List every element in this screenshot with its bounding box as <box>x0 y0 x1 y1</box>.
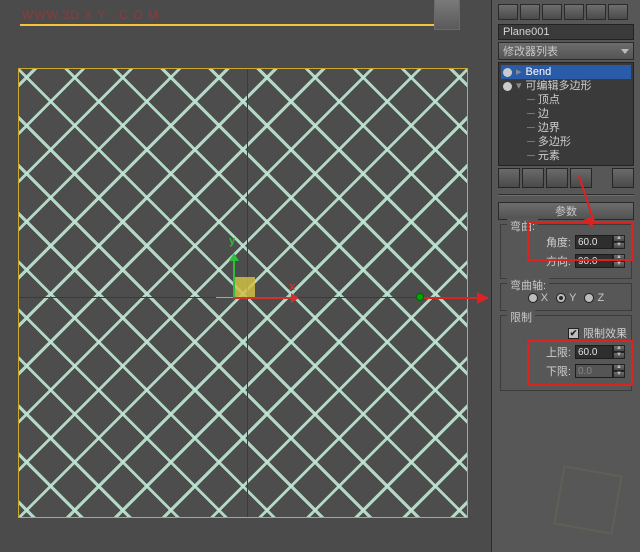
axis-z-radio[interactable]: Z <box>584 292 604 304</box>
tab-utilities-icon[interactable] <box>608 4 628 20</box>
sub-polygon[interactable]: ─ 多边形 <box>501 135 631 149</box>
lower-limit-input[interactable] <box>575 364 613 378</box>
group-legend: 限制 <box>507 309 535 325</box>
group-bend-axis: 弯曲轴: X Y Z <box>500 283 632 311</box>
direction-label: 方向: <box>546 253 571 269</box>
bulb-icon[interactable] <box>503 68 512 77</box>
collapse-icon[interactable]: ▾ <box>516 79 522 93</box>
make-unique-button[interactable] <box>546 168 568 188</box>
spin-down-icon[interactable]: ▼ <box>613 242 625 249</box>
scene-grid[interactable]: y x <box>18 68 468 518</box>
sub-edge[interactable]: ─ 边 <box>501 107 631 121</box>
spin-up-icon[interactable]: ▲ <box>613 345 625 352</box>
radio-label: Z <box>597 292 604 304</box>
spin-up-icon[interactable]: ▲ <box>613 235 625 242</box>
sub-label: 边界 <box>538 122 560 134</box>
limit-effect-checkbox[interactable]: ✔ <box>568 328 579 339</box>
radio-icon <box>556 293 566 303</box>
lower-limit-label: 下限: <box>546 363 571 379</box>
chevron-down-icon <box>621 49 629 54</box>
rollout-title: 参数 <box>555 203 577 219</box>
group-legend: 弯曲: <box>507 218 538 234</box>
radio-label: X <box>541 292 548 304</box>
angle-input[interactable] <box>575 235 613 249</box>
axis-x-radio[interactable]: X <box>528 292 548 304</box>
gizmo-xy-plane[interactable] <box>233 277 255 299</box>
divider <box>498 194 634 196</box>
stack-item-label: Bend <box>526 65 552 79</box>
command-panel-tabs <box>492 4 640 22</box>
spin-down-icon[interactable]: ▼ <box>613 261 625 268</box>
axis-y-radio[interactable]: Y <box>556 292 576 304</box>
spin-down-icon[interactable]: ▼ <box>613 371 625 378</box>
tab-motion-icon[interactable] <box>564 4 584 20</box>
angle-spinner[interactable]: ▲▼ <box>575 235 627 249</box>
group-legend: 弯曲轴: <box>507 277 549 293</box>
tab-create-icon[interactable] <box>498 4 518 20</box>
sub-label: 元素 <box>538 150 560 162</box>
sub-vertex[interactable]: ─ 顶点 <box>501 93 631 107</box>
annotation-dot <box>416 293 424 301</box>
show-end-result-button[interactable] <box>522 168 544 188</box>
configure-sets-button[interactable] <box>612 168 634 188</box>
tab-modify-icon[interactable] <box>520 4 540 20</box>
watermark-logo <box>553 465 623 535</box>
stack-item-label: 可编辑多边形 <box>526 79 592 93</box>
group-bend: 弯曲: 角度: ▲▼ 方向: ▲▼ <box>500 224 632 279</box>
lower-limit-spinner[interactable]: ▲▼ <box>575 364 627 378</box>
gizmo-x-label: x <box>289 281 295 293</box>
radio-label: Y <box>569 292 576 304</box>
stack-item-bend[interactable]: ▸ Bend <box>501 65 631 79</box>
remove-modifier-button[interactable] <box>570 168 592 188</box>
radio-icon <box>528 293 538 303</box>
upper-limit-spinner[interactable]: ▲▼ <box>575 345 627 359</box>
pin-stack-button[interactable] <box>498 168 520 188</box>
radio-icon <box>584 293 594 303</box>
spin-up-icon[interactable]: ▲ <box>613 364 625 371</box>
sub-label: 顶点 <box>538 94 560 106</box>
upper-limit-label: 上限: <box>546 344 571 360</box>
bulb-icon[interactable] <box>503 82 512 91</box>
direction-spinner[interactable]: ▲▼ <box>575 254 627 268</box>
sub-label: 多边形 <box>538 136 571 148</box>
modifier-list-dropdown[interactable]: 修改器列表 <box>498 42 634 60</box>
spin-down-icon[interactable]: ▼ <box>613 352 625 359</box>
angle-label: 角度: <box>546 234 571 250</box>
limit-effect-label: 限制效果 <box>583 325 627 341</box>
group-limits: 限制 ✔ 限制效果 上限: ▲▼ 下限: ▲▼ <box>500 315 632 391</box>
expand-icon[interactable]: ▸ <box>516 65 522 79</box>
direction-input[interactable] <box>575 254 613 268</box>
modifier-stack[interactable]: ▸ Bend ▾ 可编辑多边形 ─ 顶点 ─ 边 ─ 边界 ─ 多边形 ─ 元素 <box>498 62 634 166</box>
modifier-list-label: 修改器列表 <box>503 43 558 59</box>
object-name-field[interactable]: Plane001 <box>498 24 634 40</box>
sub-label: 边 <box>538 108 549 120</box>
upper-limit-input[interactable] <box>575 345 613 359</box>
sub-element[interactable]: ─ 元素 <box>501 149 631 163</box>
watermark-text: WWW.3D X Y . C O M <box>22 8 159 22</box>
gizmo-y-axis[interactable] <box>233 259 235 299</box>
tab-display-icon[interactable] <box>586 4 606 20</box>
gizmo-y-label: y <box>229 235 235 247</box>
gizmo-x-axis[interactable] <box>233 297 293 299</box>
stack-item-editable-poly[interactable]: ▾ 可编辑多边形 <box>501 79 631 93</box>
viewport[interactable]: WWW.3D X Y . C O M y x <box>0 0 491 552</box>
stack-toolbar <box>498 168 634 190</box>
sub-border[interactable]: ─ 边界 <box>501 121 631 135</box>
tab-hierarchy-icon[interactable] <box>542 4 562 20</box>
spin-up-icon[interactable]: ▲ <box>613 254 625 261</box>
move-gizmo[interactable]: y x <box>225 275 265 315</box>
viewport-top-bar <box>20 24 450 26</box>
